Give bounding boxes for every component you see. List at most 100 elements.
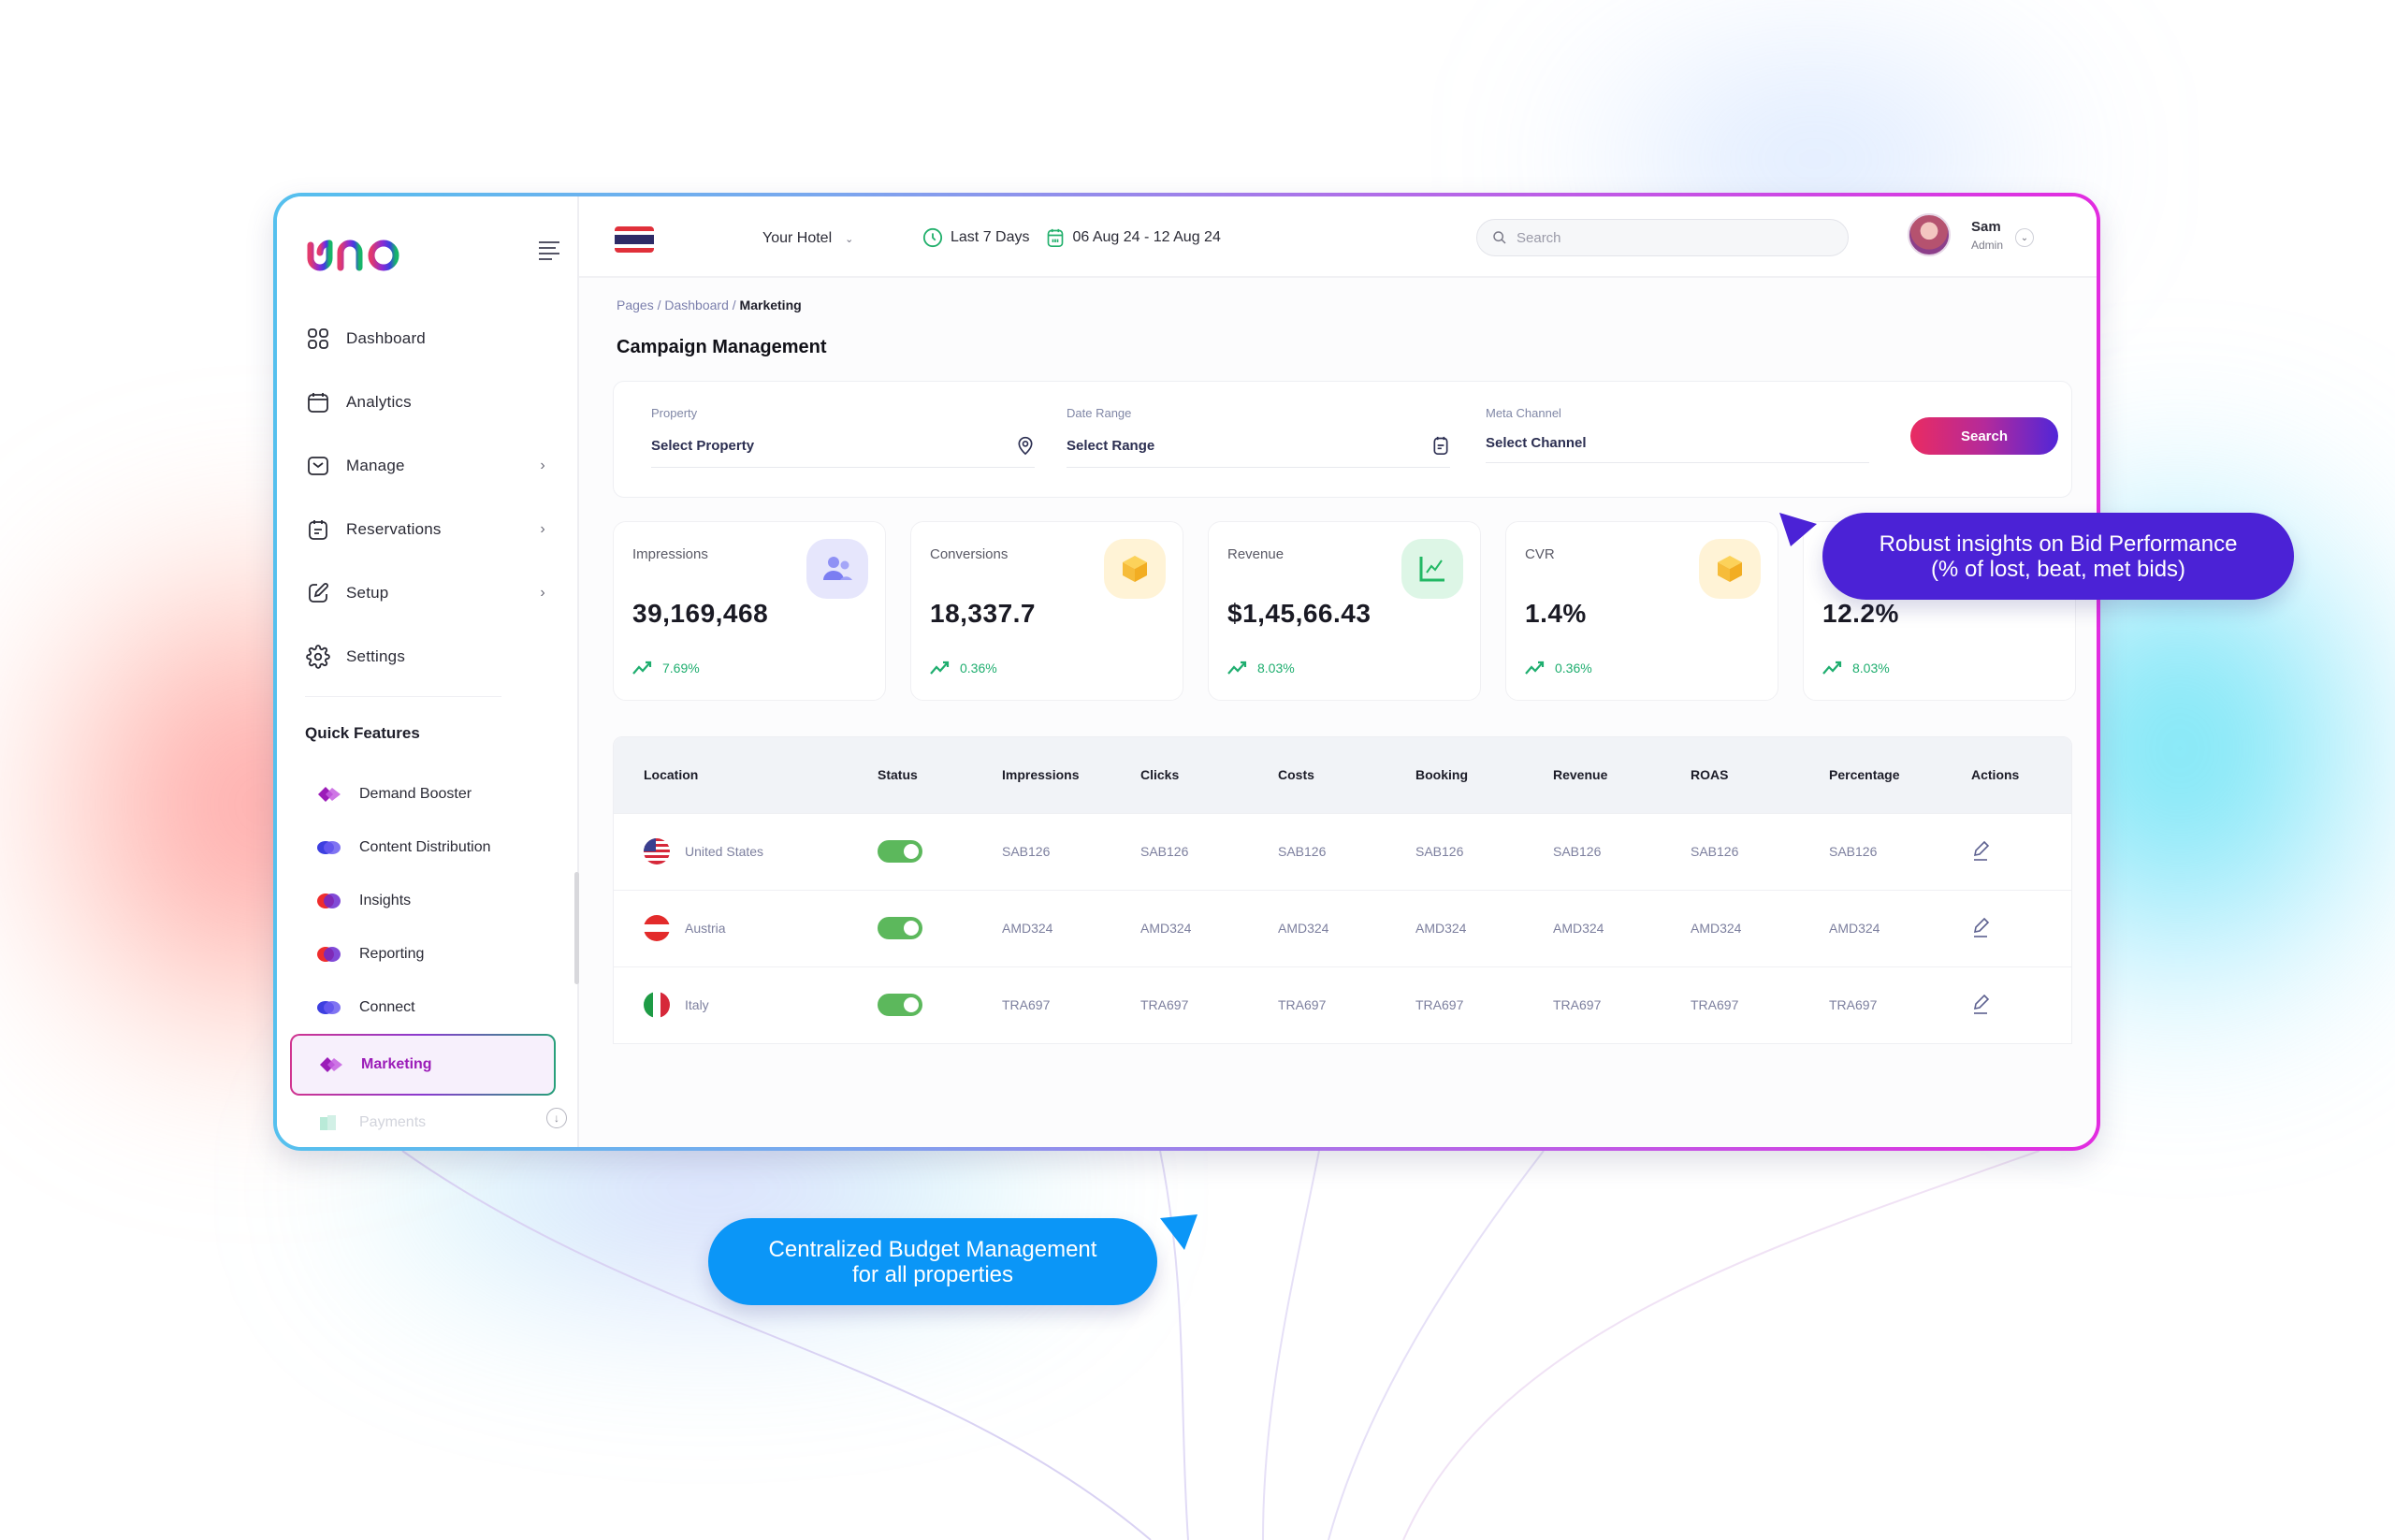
breadcrumb-separator: / [728, 298, 740, 312]
cell-roas: AMD324 [1691, 921, 1742, 936]
range-preset-label: Last 7 Days [951, 229, 1030, 245]
hotel-select[interactable]: Your Hotel ⌄ [762, 230, 853, 247]
quick-feature-reporting[interactable]: Reporting [290, 927, 556, 981]
quick-feature-connect[interactable]: Connect [290, 981, 556, 1034]
user-menu[interactable]: Sam Admin [1908, 213, 2003, 256]
quick-feature-insights[interactable]: Insights [290, 874, 556, 927]
demand-booster-icon [318, 786, 341, 802]
austria-flag-icon [644, 915, 670, 941]
kpi-trend: 8.03% [1822, 661, 1890, 676]
column-header-revenue[interactable]: Revenue [1523, 737, 1661, 813]
breadcrumb-dashboard[interactable]: Dashboard [664, 298, 729, 312]
kpi-card-revenue: Revenue $1,45,66.43 8.03% [1208, 521, 1481, 701]
kpi-trend: 7.69% [632, 661, 700, 676]
chevron-right-icon: › [540, 521, 545, 537]
status-toggle[interactable] [878, 917, 922, 939]
chevron-down-icon: ⌄ [845, 233, 854, 245]
edit-icon[interactable] [1971, 839, 1992, 864]
us-flag-icon [644, 838, 670, 864]
table-row: Italy TRA697 TRA697 TRA697 TRA697 TRA697… [614, 966, 2071, 1043]
property-value: Select Property [651, 437, 755, 454]
property-label: Property [651, 406, 698, 420]
status-toggle[interactable] [878, 840, 922, 863]
box-icon [1699, 539, 1761, 599]
status-toggle[interactable] [878, 994, 922, 1017]
cell-impressions: AMD324 [1002, 921, 1053, 936]
page-title: Campaign Management [617, 337, 827, 357]
trend-up-icon [930, 661, 950, 675]
kpi-card-conversions: Conversions 18,337.7 0.36% [910, 521, 1183, 701]
thailand-flag-icon[interactable] [615, 226, 654, 253]
quick-feature-payments[interactable]: Payments [290, 1096, 556, 1147]
sidebar-item-analytics[interactable]: Analytics [305, 370, 552, 434]
cell-costs: SAB126 [1278, 844, 1327, 859]
quick-feature-content-distribution[interactable]: Content Distribution [290, 821, 556, 874]
trend-up-icon [632, 661, 652, 675]
breadcrumb-pages[interactable]: Pages [617, 298, 654, 312]
callout-pointer-bid [1779, 513, 1817, 546]
callout-budget-line1: Centralized Budget Management [768, 1237, 1097, 1262]
cell-costs: TRA697 [1278, 997, 1327, 1013]
edit-icon[interactable] [1971, 993, 1992, 1018]
sidebar-collapse-button[interactable] [539, 241, 559, 260]
range-dates[interactable]: 06 Aug 24 - 12 Aug 24 [1046, 227, 1221, 248]
kpi-value: 18,337.7 [930, 599, 1036, 628]
marketing-icon [320, 1057, 342, 1072]
top-bar: Your Hotel ⌄ Last 7 Days 06 Aug 24 - 12 … [579, 196, 2097, 278]
date-range-field: Date Range Select Range [1067, 406, 1450, 468]
column-header-impressions[interactable]: Impressions [972, 737, 1110, 813]
clock-icon [922, 227, 943, 248]
search-button[interactable]: Search [1910, 417, 2058, 455]
property-select[interactable]: Select Property [651, 435, 1035, 468]
sidebar-item-manage[interactable]: Manage › [305, 434, 552, 498]
kpi-trend-value: 8.03% [1257, 661, 1295, 676]
column-header-roas[interactable]: ROAS [1661, 737, 1799, 813]
scroll-down-button[interactable]: ↓ [546, 1108, 567, 1128]
sidebar-item-reservations[interactable]: Reservations › [305, 498, 552, 561]
hotel-select-label: Your Hotel [762, 230, 833, 246]
cell-percentage: SAB126 [1829, 844, 1878, 859]
quick-feature-marketing[interactable]: Marketing [290, 1034, 556, 1096]
payments-icon [320, 1114, 336, 1130]
callout-budget-management: Centralized Budget Management for all pr… [708, 1218, 1157, 1305]
column-header-clicks[interactable]: Clicks [1110, 737, 1248, 813]
date-range-select[interactable]: Select Range [1067, 435, 1450, 468]
quick-feature-label: Connect [359, 998, 415, 1015]
meta-channel-field: Meta Channel Select Channel [1486, 406, 1869, 463]
quick-features-title: Quick Features [305, 724, 420, 742]
column-header-status[interactable]: Status [848, 737, 972, 813]
cell-roas: TRA697 [1691, 997, 1739, 1013]
chart-line-icon [1401, 539, 1463, 599]
search-icon [1493, 231, 1506, 244]
column-header-percentage[interactable]: Percentage [1799, 737, 1941, 813]
meta-channel-select[interactable]: Select Channel [1486, 435, 1869, 463]
quick-feature-demand-booster[interactable]: Demand Booster [290, 767, 556, 821]
range-preset[interactable]: Last 7 Days [922, 227, 1029, 248]
callout-budget-line2: for all properties [851, 1262, 1014, 1287]
column-header-location[interactable]: Location [614, 737, 848, 813]
callout-pointer-budget [1160, 1214, 1198, 1250]
campaign-table: Location Status Impressions Clicks Costs… [613, 736, 2072, 1044]
sidebar-item-settings[interactable]: Settings [305, 625, 552, 689]
kpi-label: CVR [1525, 546, 1555, 562]
edit-icon[interactable] [1971, 916, 1992, 941]
italy-flag-icon [644, 992, 670, 1019]
callout-bid-line1: Robust insights on Bid Performance [1879, 531, 2238, 557]
user-menu-chevron-icon[interactable]: ⌄ [2015, 228, 2034, 247]
sidebar-item-dashboard[interactable]: Dashboard [305, 307, 552, 370]
column-header-booking[interactable]: Booking [1386, 737, 1523, 813]
search-input[interactable] [1517, 229, 1816, 246]
global-search[interactable] [1476, 219, 1849, 256]
sidebar-item-setup[interactable]: Setup › [305, 561, 552, 625]
kpi-label: Impressions [632, 546, 708, 562]
column-header-costs[interactable]: Costs [1248, 737, 1386, 813]
kpi-trend: 0.36% [930, 661, 997, 676]
sidebar-item-label: Analytics [346, 393, 412, 411]
location-name: United States [685, 844, 764, 859]
cell-revenue: AMD324 [1553, 921, 1604, 936]
kpi-value: 39,169,468 [632, 599, 769, 628]
quick-feature-label: Reporting [359, 945, 425, 962]
kpi-trend-value: 0.36% [960, 661, 997, 676]
avatar [1908, 213, 1951, 256]
quick-feature-label: Content Distribution [359, 838, 491, 855]
